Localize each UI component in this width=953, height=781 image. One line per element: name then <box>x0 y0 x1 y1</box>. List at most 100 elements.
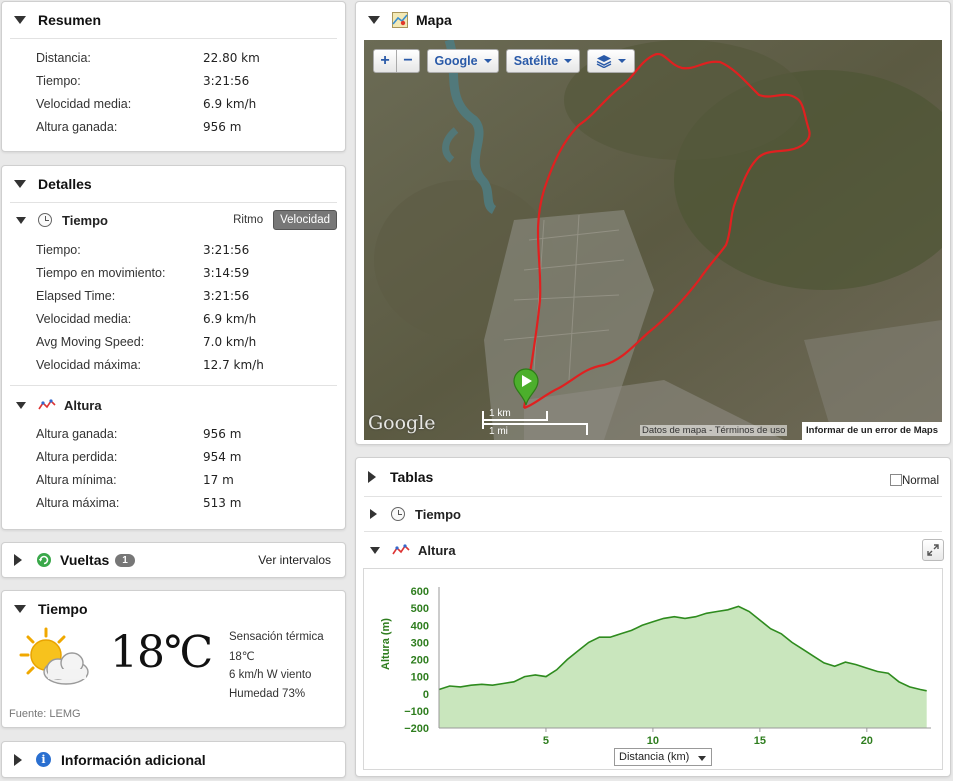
collapse-triangle-icon <box>16 216 26 224</box>
zoom-out-button[interactable]: − <box>396 49 420 73</box>
map-type-dropdown[interactable]: Satélite <box>506 49 580 73</box>
y-tick-label: 200 <box>411 655 429 667</box>
google-logo: Google <box>368 412 436 434</box>
start-marker-icon[interactable] <box>513 368 539 406</box>
tiempo-table-header[interactable]: Tiempo <box>356 500 950 528</box>
y-tick-label: 300 <box>411 637 429 649</box>
y-tick-label: −200 <box>404 723 429 735</box>
velocidad-toggle[interactable]: Velocidad <box>273 210 337 230</box>
expand-triangle-icon <box>368 471 376 483</box>
map-header[interactable]: Mapa <box>356 2 950 38</box>
tablas-header[interactable]: Tablas Normal <box>356 458 950 496</box>
vueltas-title: Vueltas <box>60 552 110 568</box>
collapse-triangle-icon <box>14 605 26 613</box>
satellite-map[interactable]: + − Google Satélite Google 1 km 1 mi Dat… <box>364 40 942 440</box>
stat-row: Velocidad media: 6.9 km/h <box>36 307 335 330</box>
info-title: Información adicional <box>61 751 206 768</box>
stat-row: Velocidad media: 6.9 km/h <box>36 92 335 115</box>
laps-refresh-icon <box>37 553 51 567</box>
detalles-panel: Detalles Tiempo Ritmo Velocidad Tiempo: 3… <box>1 165 346 530</box>
elevation-chart-icon <box>38 399 56 410</box>
stat-value: 6.9 km/h <box>203 96 257 111</box>
stat-label: Altura perdida: <box>36 449 118 464</box>
resumen-header[interactable]: Resumen <box>2 2 345 38</box>
stat-row: Altura ganada: 956 m <box>36 115 335 138</box>
weather-source: Fuente: LEMG <box>9 708 81 720</box>
altura-table-header[interactable]: Altura <box>356 536 950 564</box>
laps-count-badge: 1 <box>115 553 135 567</box>
y-tick-label: 400 <box>411 620 429 632</box>
detalles-title: Detalles <box>38 176 92 192</box>
resumen-stats: Distancia: 22.80 km Tiempo: 3:21:56 Veloci… <box>36 46 335 138</box>
zoom-in-button[interactable]: + <box>373 49 397 73</box>
layers-icon <box>596 55 612 68</box>
expand-triangle-icon <box>370 509 377 519</box>
weather-panel: Tiempo 18℃ Sensación térmica 18℃ 6 km/h … <box>1 590 346 728</box>
satellite-terrain <box>364 40 942 440</box>
layers-dropdown[interactable] <box>587 49 635 73</box>
y-tick-label: 600 <box>411 586 429 598</box>
resumen-panel: Resumen Distancia: 22.80 km Tiempo: 3:21:5… <box>1 1 346 152</box>
map-type-label: Satélite <box>513 54 559 68</box>
report-error-link[interactable]: Informar de un error de Maps <box>802 422 942 440</box>
tablas-panel: Tablas Normal Tiempo Altura 600 500 400 300… <box>355 457 951 777</box>
altura-table-title: Altura <box>418 542 456 558</box>
tiempo-stats: Tiempo: 3:21:56 Tiempo en movimiento: 3:14… <box>36 238 335 376</box>
ver-intervalos-link[interactable]: Ver intervalos <box>258 553 331 567</box>
weather-title: Tiempo <box>38 601 88 617</box>
y-tick-label: 500 <box>411 603 429 615</box>
stat-label: Velocidad media: <box>36 96 132 111</box>
stat-label: Altura ganada: <box>36 119 118 134</box>
divider <box>10 202 337 203</box>
expand-chart-button[interactable] <box>922 539 944 561</box>
map-provider-dropdown[interactable]: Google <box>427 49 499 73</box>
divider <box>364 496 942 497</box>
clock-icon <box>38 213 52 227</box>
info-icon: i <box>36 752 51 767</box>
stat-value: 954 m <box>203 449 242 464</box>
stat-label: Distancia: <box>36 50 91 65</box>
map-provider-label: Google <box>434 54 478 68</box>
tiempo-subheader[interactable]: Tiempo Ritmo Velocidad <box>2 206 345 234</box>
detalles-header[interactable]: Detalles <box>2 166 345 202</box>
stat-row: Tiempo: 3:21:56 <box>36 238 335 261</box>
resumen-title: Resumen <box>38 12 102 28</box>
stat-row: Altura ganada: 956 m <box>36 422 335 445</box>
info-header[interactable]: i Información adicional <box>2 742 345 777</box>
stat-value: 17 m <box>203 472 234 487</box>
stat-value: 3:21:56 <box>203 288 250 303</box>
vueltas-header[interactable]: Vueltas 1 Ver intervalos <box>2 543 345 577</box>
ritmo-toggle[interactable]: Ritmo <box>227 211 269 229</box>
wind-text: 6 km/h W viento <box>229 669 312 681</box>
tablas-title: Tablas <box>390 469 434 485</box>
stat-label: Altura ganada: <box>36 426 118 441</box>
map-attribution[interactable]: Datos de mapa - Términos de uso <box>640 425 788 436</box>
stat-value: 956 m <box>203 426 242 441</box>
collapse-triangle-icon <box>368 16 380 24</box>
humidity-text: Humedad 73% <box>229 688 306 700</box>
collapse-triangle-icon <box>14 16 26 24</box>
stat-row: Elapsed Time: 3:21:56 <box>36 284 335 307</box>
stat-row: Avg Moving Speed: 7.0 km/h <box>36 330 335 353</box>
x-axis-selector-label: Distancia (km) <box>619 751 690 763</box>
map-scale: 1 km 1 mi <box>482 408 590 438</box>
weather-header[interactable]: Tiempo <box>2 591 345 627</box>
stat-value: 3:21:56 <box>203 73 250 88</box>
normal-checkbox[interactable] <box>890 474 902 486</box>
x-axis-selector[interactable]: Distancia (km) <box>614 748 712 766</box>
stat-row: Velocidad máxima: 12.7 km/h <box>36 353 335 376</box>
stat-value: 22.80 km <box>203 50 260 65</box>
chevron-down-icon <box>698 756 706 761</box>
stat-label: Tiempo: <box>36 73 81 88</box>
y-axis-label: Altura (m) <box>380 618 392 670</box>
y-tick-label: 100 <box>411 672 429 684</box>
x-tick-label: 20 <box>861 735 873 747</box>
stat-value: 513 m <box>203 495 242 510</box>
stat-row: Altura máxima: 513 m <box>36 491 335 514</box>
altura-stats: Altura ganada: 956 m Altura perdida: 954 m… <box>36 422 335 514</box>
stat-row: Altura mínima: 17 m <box>36 468 335 491</box>
altura-subheader[interactable]: Altura <box>2 391 345 419</box>
clock-icon <box>391 507 405 521</box>
divider <box>364 531 942 532</box>
stat-row: Tiempo: 3:21:56 <box>36 69 335 92</box>
